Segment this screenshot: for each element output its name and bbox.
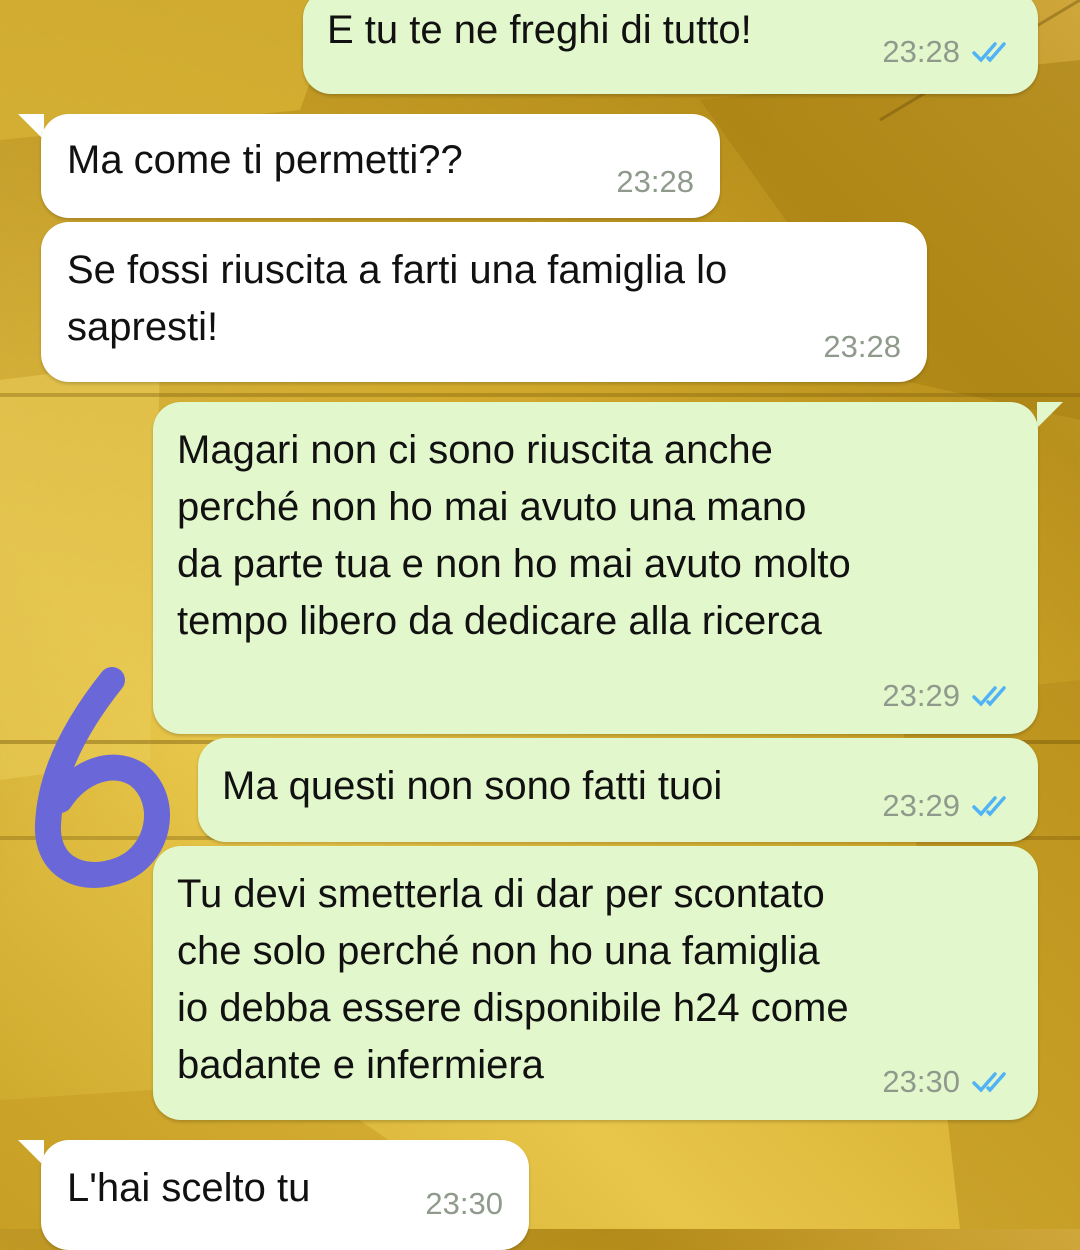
bubble-tail: [1037, 402, 1063, 428]
message-text: Se fossi riuscita a farti una famiglia l…: [67, 248, 728, 349]
message-incoming[interactable]: Se fossi riuscita a farti una famiglia l…: [41, 222, 927, 382]
bubble-tail: [18, 114, 44, 140]
message-incoming[interactable]: L'hai scelto tu 23:30: [41, 1140, 529, 1250]
chat-thread: E tu te ne freghi di tutto! 23:28 Ma com…: [0, 0, 1080, 1250]
message-text: Tu devi smetterla di dar per scontato ch…: [177, 872, 849, 1087]
message-outgoing[interactable]: E tu te ne freghi di tutto! 23:28: [303, 0, 1038, 94]
message-outgoing[interactable]: Magari non ci sono riuscita anche perché…: [153, 402, 1038, 734]
message-meta: 23:28: [882, 34, 1016, 70]
message-outgoing[interactable]: Tu devi smetterla di dar per scontato ch…: [153, 846, 1038, 1120]
message-text: Magari non ci sono riuscita anche perché…: [177, 428, 851, 643]
bubble-tail: [18, 1140, 44, 1166]
message-time: 23:29: [882, 788, 960, 823]
read-double-check-icon: [972, 686, 1006, 707]
message-meta: 23:28: [823, 329, 901, 365]
message-time: 23:28: [823, 329, 901, 364]
message-time: 23:28: [882, 34, 960, 69]
read-double-check-icon: [972, 1072, 1006, 1093]
message-time: 23:30: [882, 1064, 960, 1099]
message-text: L'hai scelto tu: [67, 1166, 311, 1210]
message-time: 23:30: [425, 1186, 503, 1221]
message-meta: 23:29: [882, 788, 1016, 824]
message-text: Ma questi non sono fatti tuoi: [222, 764, 723, 808]
message-text: Ma come ti permetti??: [67, 138, 463, 182]
message-incoming[interactable]: Ma come ti permetti?? 23:28: [41, 114, 720, 218]
message-meta: 23:29: [882, 678, 1016, 714]
read-double-check-icon: [972, 796, 1006, 817]
message-time: 23:29: [882, 678, 960, 713]
read-double-check-icon: [972, 42, 1006, 63]
message-outgoing[interactable]: Ma questi non sono fatti tuoi 23:29: [198, 738, 1038, 842]
message-text: E tu te ne freghi di tutto!: [327, 8, 752, 52]
message-meta: 23:30: [425, 1186, 503, 1222]
message-meta: 23:30: [882, 1064, 1016, 1100]
message-time: 23:28: [616, 164, 694, 199]
message-meta: 23:28: [616, 164, 694, 200]
